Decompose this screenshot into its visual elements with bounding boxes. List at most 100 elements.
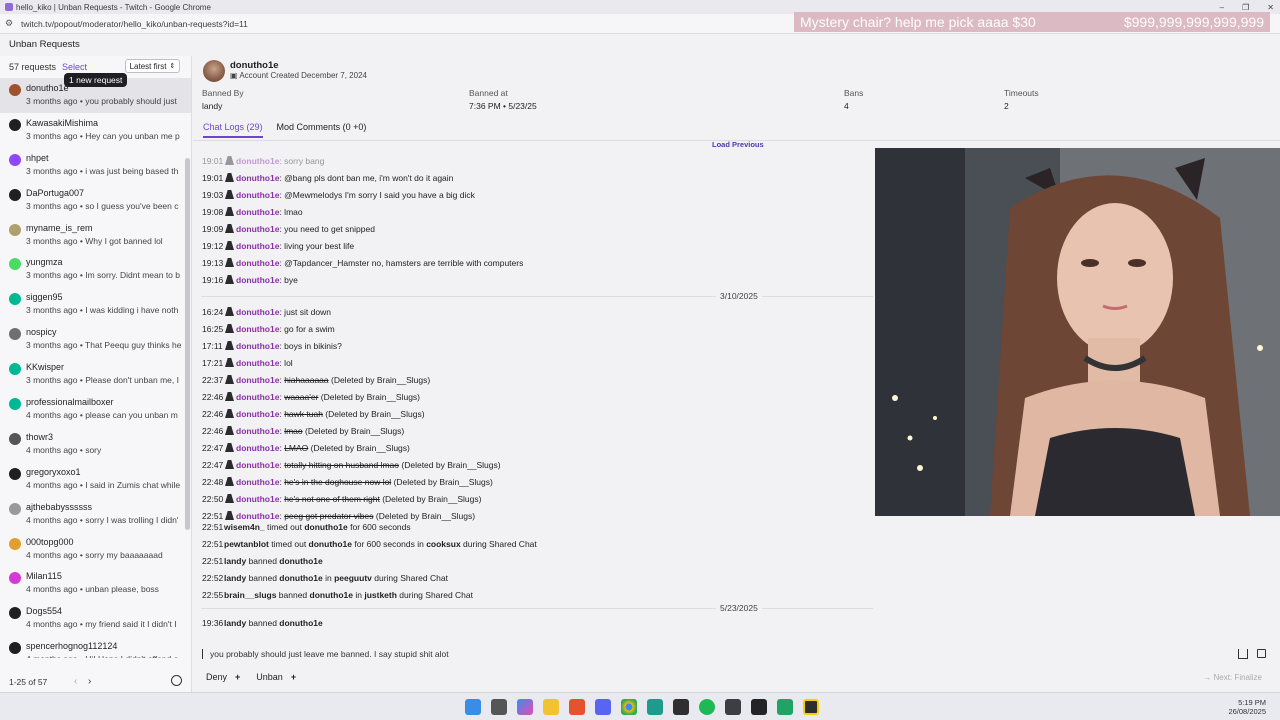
file-explorer-icon[interactable]	[543, 699, 559, 715]
list-item[interactable]: 000topg000 4 months ago • sorry my baaaaa…	[0, 532, 191, 567]
tab-mod-comments[interactable]: Mod Comments (0 +0)	[277, 122, 367, 138]
user-badge-icon	[225, 258, 234, 267]
comment-icon[interactable]	[1257, 649, 1266, 658]
chat-username[interactable]: donutho1e	[236, 190, 279, 200]
sort-dropdown[interactable]: Latest first ⇕	[125, 59, 180, 73]
list-item[interactable]: Milan115 4 months ago • unban please, bos…	[0, 566, 191, 601]
list-item[interactable]: thowr3 4 months ago • sory	[0, 427, 191, 462]
request-meta: 4 months ago • I said in Zumis chat whil…	[26, 479, 181, 490]
chat-username[interactable]: donutho1e	[236, 258, 279, 268]
chat-username[interactable]: donutho1e	[236, 426, 279, 436]
request-username: nospicy	[26, 327, 57, 338]
chat-username[interactable]: donutho1e	[236, 477, 279, 487]
chat-log-row: 22:46 donutho1e: hawk tuah (Deleted by Br…	[202, 409, 425, 419]
avatar	[9, 84, 21, 96]
system-clock[interactable]: 5:19 PM 26/08/2025	[1228, 698, 1266, 716]
chat-username[interactable]: donutho1e	[236, 275, 279, 285]
user-badge-icon	[225, 275, 234, 284]
minimize-icon[interactable]: –	[1220, 3, 1224, 12]
avatar	[9, 502, 21, 515]
chat-username[interactable]: donutho1e	[236, 224, 279, 234]
request-username: professionalmailboxer	[26, 397, 114, 408]
chat-username[interactable]: donutho1e	[236, 358, 279, 368]
chat-log-row: 19:16 donutho1e: bye	[202, 275, 298, 285]
list-item[interactable]: siggen95 3 months ago • I was kidding i h…	[0, 287, 191, 322]
list-item[interactable]: KKwisper 3 months ago • Please don't unba…	[0, 357, 191, 392]
prev-page-icon[interactable]: ‹	[74, 676, 77, 687]
chat-username[interactable]: donutho1e	[236, 460, 279, 470]
spotify-icon[interactable]	[699, 699, 715, 715]
chat-username[interactable]: donutho1e	[236, 392, 279, 402]
list-item[interactable]: gregoryxoxo1 4 months ago • I said in Zum…	[0, 462, 191, 497]
chat-username[interactable]: donutho1e	[236, 511, 279, 521]
goal-text: Mystery chair? help me pick aaaa $30	[800, 14, 1036, 30]
list-item[interactable]: professionalmailboxer 4 months ago • plea…	[0, 392, 191, 427]
request-message[interactable]: you probably should just leave me banned…	[202, 649, 449, 659]
request-username: 000topg000	[26, 536, 74, 547]
chat-username[interactable]: donutho1e	[236, 443, 279, 453]
obs-icon[interactable]	[673, 699, 689, 715]
brave-icon[interactable]	[569, 699, 585, 715]
list-item[interactable]: KawasakiMishima 3 months ago • Hey can yo…	[0, 113, 191, 148]
share-icon[interactable]	[1238, 649, 1248, 659]
deny-button[interactable]: Deny +	[201, 670, 245, 684]
chat-username[interactable]: donutho1e	[236, 409, 279, 419]
user-badge-icon	[225, 156, 234, 165]
next-finalize-button[interactable]: → Next: Finalize	[1203, 673, 1262, 682]
list-item[interactable]: yungmza 3 months ago • Im sorry. Didnt me…	[0, 252, 191, 287]
deleted-note: (Deleted by Brain__Slugs)	[391, 477, 493, 487]
request-username: KawasakiMishima	[26, 117, 99, 128]
timer-icon[interactable]	[171, 675, 182, 686]
select-button[interactable]: Select	[62, 62, 87, 72]
avatar	[9, 363, 21, 376]
discord-icon[interactable]	[595, 699, 611, 715]
chat-username[interactable]: donutho1e	[236, 494, 279, 504]
stream-goal-overlay: Mystery chair? help me pick aaaa $30 $99…	[794, 12, 1270, 32]
url-text[interactable]: twitch.tv/popout/moderator/hello_kiko/un…	[21, 19, 248, 29]
chat-username[interactable]: donutho1e	[236, 241, 279, 251]
chat-log-row: 22:51 donutho1e: peeg got predator vibes …	[202, 511, 476, 521]
new-request-tooltip[interactable]: 1 new request	[64, 73, 128, 87]
chat-username[interactable]: donutho1e	[236, 341, 279, 351]
load-previous-button[interactable]: Load Previous	[712, 140, 764, 149]
chat-message: : lol	[279, 358, 293, 368]
next-page-icon[interactable]: ›	[88, 676, 91, 687]
request-meta: 3 months ago • Im sorry. Didnt mean to b	[26, 270, 180, 281]
edge-icon[interactable]	[647, 699, 663, 715]
list-item[interactable]: DaPortuga007 3 months ago • so I guess yo…	[0, 183, 191, 218]
chat-username[interactable]: donutho1e	[236, 375, 279, 385]
user-badge-icon	[225, 494, 234, 503]
copilot-icon[interactable]	[517, 699, 533, 715]
list-item[interactable]: myname_is_rem 3 months ago • Why I got ba…	[0, 218, 191, 253]
chat-message: : sorry bang	[279, 156, 325, 166]
list-item[interactable]: Dogs554 4 months ago • my friend said it …	[0, 601, 191, 636]
close-icon[interactable]: ✕	[1267, 3, 1274, 12]
detail-tabs: Chat Logs (29) Mod Comments (0 +0)	[203, 122, 366, 138]
unban-button[interactable]: Unban +	[251, 670, 301, 684]
app-icon[interactable]	[751, 699, 767, 715]
chrome-icon[interactable]	[621, 699, 637, 715]
list-item[interactable]: ajthebabyssssss 4 months ago • sorry I wa…	[0, 497, 191, 532]
list-item[interactable]: nhpet 3 months ago • i was just being bas…	[0, 148, 191, 183]
chat-username[interactable]: donutho1e	[236, 207, 279, 217]
list-item[interactable]: spencerhognog112124 4 months ago • Hi! Ho…	[0, 636, 191, 658]
mod-event: 22:51landy banned donutho1e	[202, 556, 323, 566]
tab-chat-logs[interactable]: Chat Logs (29)	[203, 122, 263, 138]
chat-message: : you need to get snipped	[279, 224, 375, 234]
chat-username[interactable]: donutho1e	[236, 324, 279, 334]
task-view-icon[interactable]	[491, 699, 507, 715]
request-username: nhpet	[26, 152, 49, 163]
detail-username[interactable]: donutho1e	[230, 60, 279, 71]
os-taskbar: 5:19 PM 26/08/2025	[0, 692, 1280, 720]
chat-username[interactable]: donutho1e	[236, 156, 279, 166]
sheets-icon[interactable]	[777, 699, 793, 715]
app-icon[interactable]	[803, 699, 819, 715]
site-settings-icon[interactable]: ⚙	[5, 18, 19, 29]
chat-username[interactable]: donutho1e	[236, 173, 279, 183]
windows-start-icon[interactable]	[465, 699, 481, 715]
sidebar-scrollbar[interactable]	[185, 158, 190, 530]
app-icon[interactable]	[725, 699, 741, 715]
restore-icon[interactable]: ❐	[1242, 3, 1249, 12]
list-item[interactable]: nospicy 3 months ago • That Peequ guy thi…	[0, 322, 191, 357]
chat-username[interactable]: donutho1e	[236, 307, 279, 317]
